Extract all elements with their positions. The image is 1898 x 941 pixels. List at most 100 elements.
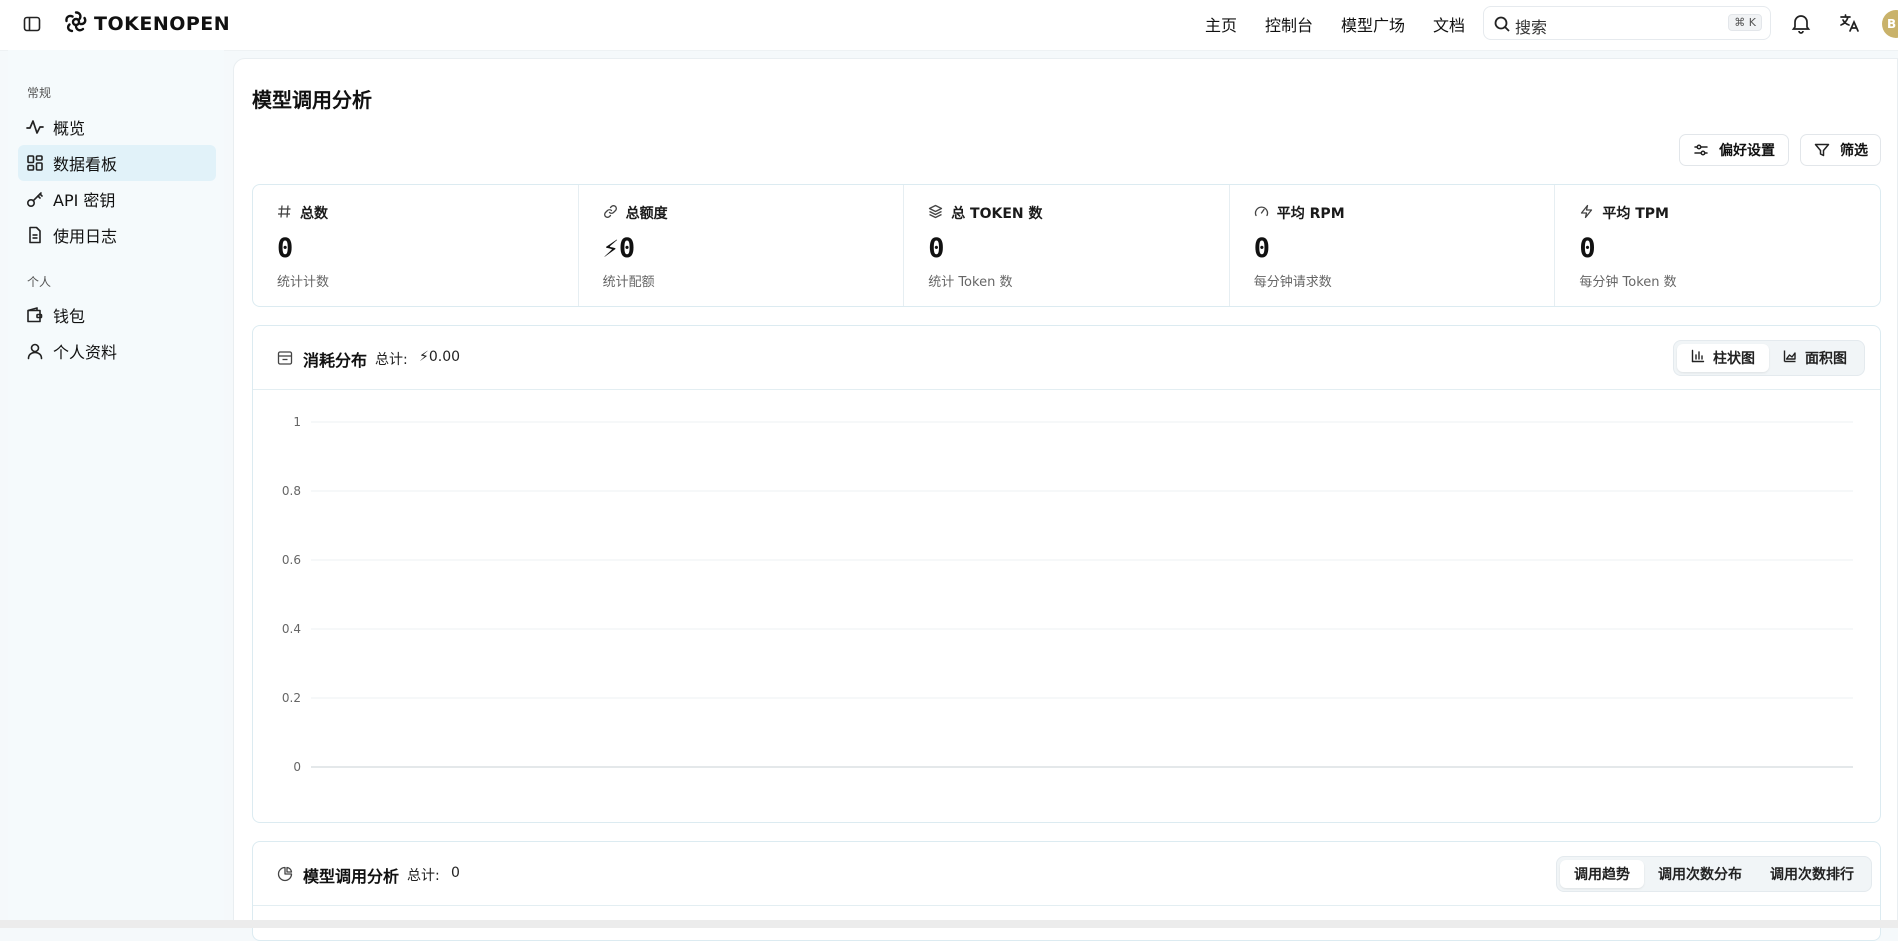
stats-row: 总数 0 统计计数 总额度 ⚡0 统计配额 总 TOKEN 数 0 统计 Tok…: [252, 184, 1881, 307]
top-nav: 主页 控制台 模型广场 文档: [1205, 12, 1465, 36]
model-total-label: 总计:: [407, 868, 440, 884]
sidebar-item-label: 个人资料: [53, 343, 118, 362]
sidebar-section-personal: 个人: [27, 275, 52, 289]
sidebar-item-label: 数据看板: [53, 155, 118, 174]
tab-bar-chart[interactable]: 柱状图: [1677, 344, 1769, 372]
stat-head: 平均 TPM: [1579, 203, 1669, 223]
stat-subtitle: 统计计数: [277, 275, 330, 290]
link-icon: [603, 204, 618, 223]
stat-title: 总数: [300, 206, 328, 222]
y-tick-label: 0: [293, 760, 301, 774]
stat-subtitle: 统计配额: [602, 275, 655, 290]
tab-label: 柱状图: [1713, 351, 1755, 367]
card-header: 模型调用分析 总计: 0 调用趋势 调用次数分布 调用次数排行: [253, 842, 1880, 906]
nav-docs[interactable]: 文档: [1433, 12, 1465, 36]
activity-icon: [26, 118, 44, 136]
translate-icon[interactable]: [1838, 12, 1860, 38]
sidebar-toggle-icon[interactable]: [22, 14, 42, 34]
logo-icon: [64, 10, 88, 38]
stat-card-tpm: 平均 TPM 0 每分钟 Token 数: [1555, 185, 1880, 306]
sidebar-item-profile[interactable]: 个人资料: [18, 333, 216, 369]
card-header: 消耗分布 总计: ⚡0.00 柱状图 面积图: [253, 326, 1880, 390]
y-tick-label: 1: [293, 415, 301, 429]
layers-icon: [928, 204, 943, 223]
sidebar-item-label: 钱包: [53, 307, 86, 326]
stat-head: 总数: [277, 203, 328, 223]
y-tick-label: 0.8: [282, 484, 301, 498]
stat-title: 总额度: [625, 206, 668, 222]
pie-chart-icon: [277, 866, 293, 886]
model-analysis-title: 模型调用分析: [303, 867, 400, 886]
stat-value: 0: [1253, 233, 1271, 264]
window-bottom-edge: [0, 920, 1898, 928]
gauge-icon: [1254, 204, 1269, 223]
avatar[interactable]: B: [1882, 10, 1898, 38]
bell-icon[interactable]: [1790, 12, 1812, 38]
tab-call-distribution[interactable]: 调用次数分布: [1644, 860, 1756, 888]
logo-text: TOKENOPEN: [94, 13, 231, 35]
stat-value: 0: [1579, 233, 1596, 264]
search-icon: [1493, 15, 1511, 37]
stat-title: 平均 RPM: [1276, 206, 1345, 222]
chart-type-toggle: 柱状图 面积图: [1673, 340, 1865, 376]
logo[interactable]: TOKENOPEN: [64, 11, 230, 37]
sidebar: 常规 概览 数据看板 API 密钥 使用日志 个人 钱包 个人资料: [8, 50, 224, 928]
filter-button[interactable]: 筛选: [1800, 134, 1881, 166]
y-tick-label: 0.2: [282, 691, 301, 705]
nav-model-square[interactable]: 模型广场: [1341, 12, 1405, 36]
key-icon: [26, 190, 44, 208]
filter-label: 筛选: [1840, 143, 1868, 159]
page-title: 模型调用分析: [252, 88, 372, 112]
tab-call-ranking[interactable]: 调用次数排行: [1756, 860, 1868, 888]
search-shortcut: ⌘ K: [1728, 14, 1762, 31]
hash-icon: [277, 204, 292, 223]
consumption-total-value: ⚡0.00: [419, 349, 461, 365]
preferences-button[interactable]: 偏好设置: [1679, 134, 1789, 166]
stat-title: 总 TOKEN 数: [951, 206, 1043, 222]
sidebar-item-api-keys[interactable]: API 密钥: [18, 181, 216, 217]
sidebar-item-overview[interactable]: 概览: [18, 109, 216, 145]
stat-title: 平均 TPM: [1602, 206, 1669, 222]
grid-icon: [26, 154, 44, 172]
nav-console[interactable]: 控制台: [1265, 12, 1313, 36]
sliders-icon: [1693, 142, 1709, 158]
zap-icon: [1579, 204, 1594, 223]
top-bar: TOKENOPEN 主页 控制台 模型广场 文档 搜索 ⌘ K B: [0, 0, 1898, 51]
inbox-icon: [277, 350, 293, 370]
consumption-chart: 1 0.8 0.6 0.4 0.2 0: [282, 415, 1853, 774]
filter-icon: [1814, 142, 1830, 158]
sidebar-item-wallet[interactable]: 钱包: [18, 297, 216, 333]
tab-label: 调用次数分布: [1658, 867, 1742, 883]
consumption-card: 消耗分布 总计: ⚡0.00 柱状图 面积图 1 0.8 0.6 0.4 0.2 0: [252, 325, 1881, 823]
stat-subtitle: 统计 Token 数: [928, 275, 1013, 290]
sidebar-section-general: 常规: [27, 86, 52, 100]
model-analysis-tabs: 调用趋势 调用次数分布 调用次数排行: [1556, 856, 1872, 892]
nav-home[interactable]: 主页: [1205, 12, 1237, 36]
search-placeholder: 搜索: [1515, 18, 1548, 37]
sidebar-item-dashboard[interactable]: 数据看板: [18, 145, 216, 181]
area-chart-icon: [1783, 349, 1797, 367]
y-tick-label: 0.4: [282, 622, 301, 636]
sidebar-item-label: 使用日志: [53, 227, 118, 246]
tab-label: 面积图: [1805, 351, 1847, 367]
search-input[interactable]: 搜索 ⌘ K: [1483, 6, 1771, 40]
preferences-label: 偏好设置: [1719, 143, 1775, 159]
stat-subtitle: 每分钟请求数: [1253, 275, 1332, 290]
user-icon: [26, 342, 44, 360]
stat-head: 总 TOKEN 数: [928, 203, 1043, 223]
stat-value: 0: [277, 233, 294, 264]
stat-value: ⚡0: [602, 233, 636, 264]
stat-card-total: 总数 0 统计计数: [253, 185, 579, 306]
model-total-value: 0: [451, 865, 460, 881]
consumption-total-label: 总计:: [375, 352, 408, 368]
stat-head: 平均 RPM: [1254, 203, 1345, 223]
tab-label: 调用趋势: [1574, 867, 1630, 883]
tab-area-chart[interactable]: 面积图: [1769, 344, 1861, 372]
stat-card-quota: 总额度 ⚡0 统计配额: [579, 185, 905, 306]
y-tick-label: 0.6: [282, 553, 301, 567]
stat-head: 总额度: [603, 203, 668, 223]
sidebar-item-usage-logs[interactable]: 使用日志: [18, 217, 216, 253]
tab-call-trend[interactable]: 调用趋势: [1560, 860, 1644, 888]
sidebar-item-label: API 密钥: [53, 191, 116, 210]
stat-card-tokens: 总 TOKEN 数 0 统计 Token 数: [904, 185, 1230, 306]
